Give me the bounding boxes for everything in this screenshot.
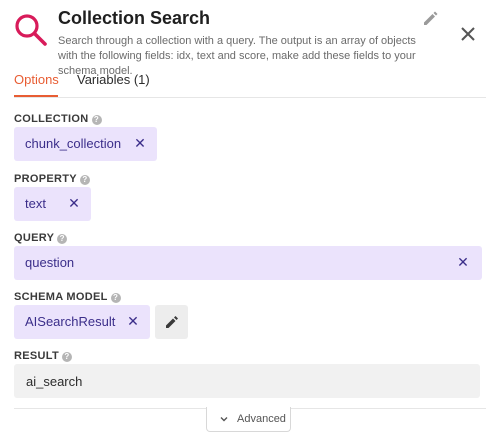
result-label: RESULT? [14,350,72,362]
query-label: QUERY? [14,232,68,244]
schema-model-chip[interactable]: AISearchResult ✕ [14,305,150,339]
edit-title-pencil-icon[interactable] [421,8,441,28]
advanced-toggle-button[interactable]: Advanced [206,407,291,432]
property-label-text: PROPERTY [14,173,77,185]
property-chip[interactable]: text ✕ [14,187,91,221]
remove-query-icon[interactable]: ✕ [456,254,470,271]
schema-model-label: SCHEMA MODEL? [14,291,121,303]
collection-label: COLLECTION? [14,113,102,125]
collection-label-text: COLLECTION [14,113,89,125]
query-value: question [25,255,75,270]
result-input[interactable] [14,364,480,398]
chevron-down-icon [220,417,228,422]
property-value: text [25,196,46,211]
result-label-text: RESULT [14,350,59,362]
help-icon[interactable]: ? [57,234,68,244]
tabs-divider [14,97,486,98]
help-icon[interactable]: ? [79,175,90,185]
collection-value: chunk_collection [25,136,122,151]
query-chip[interactable]: question ✕ [14,246,482,280]
dialog-title: Collection Search [58,8,211,28]
edit-schema-model-button[interactable] [155,305,188,339]
schema-model-value: AISearchResult [25,314,116,329]
close-icon[interactable] [456,22,480,46]
remove-collection-icon[interactable]: ✕ [133,135,147,152]
help-icon[interactable]: ? [110,293,121,303]
help-icon[interactable]: ? [61,352,72,362]
remove-property-icon[interactable]: ✕ [67,195,81,212]
query-label-text: QUERY [14,232,55,244]
remove-schema-model-icon[interactable]: ✕ [126,313,140,330]
dialog-header: Collection Search Search through a colle… [0,0,500,77]
help-icon[interactable]: ? [91,115,102,125]
property-label: PROPERTY? [14,173,90,185]
search-icon [14,13,48,47]
advanced-label: Advanced [237,413,286,425]
tab-options[interactable]: Options [14,72,59,87]
tab-bar: Options Variables (1) [14,66,486,98]
tab-variables[interactable]: Variables (1) [77,72,150,87]
schema-model-label-text: SCHEMA MODEL [14,291,108,303]
collection-chip[interactable]: chunk_collection ✕ [14,127,157,161]
pencil-icon [166,316,178,328]
